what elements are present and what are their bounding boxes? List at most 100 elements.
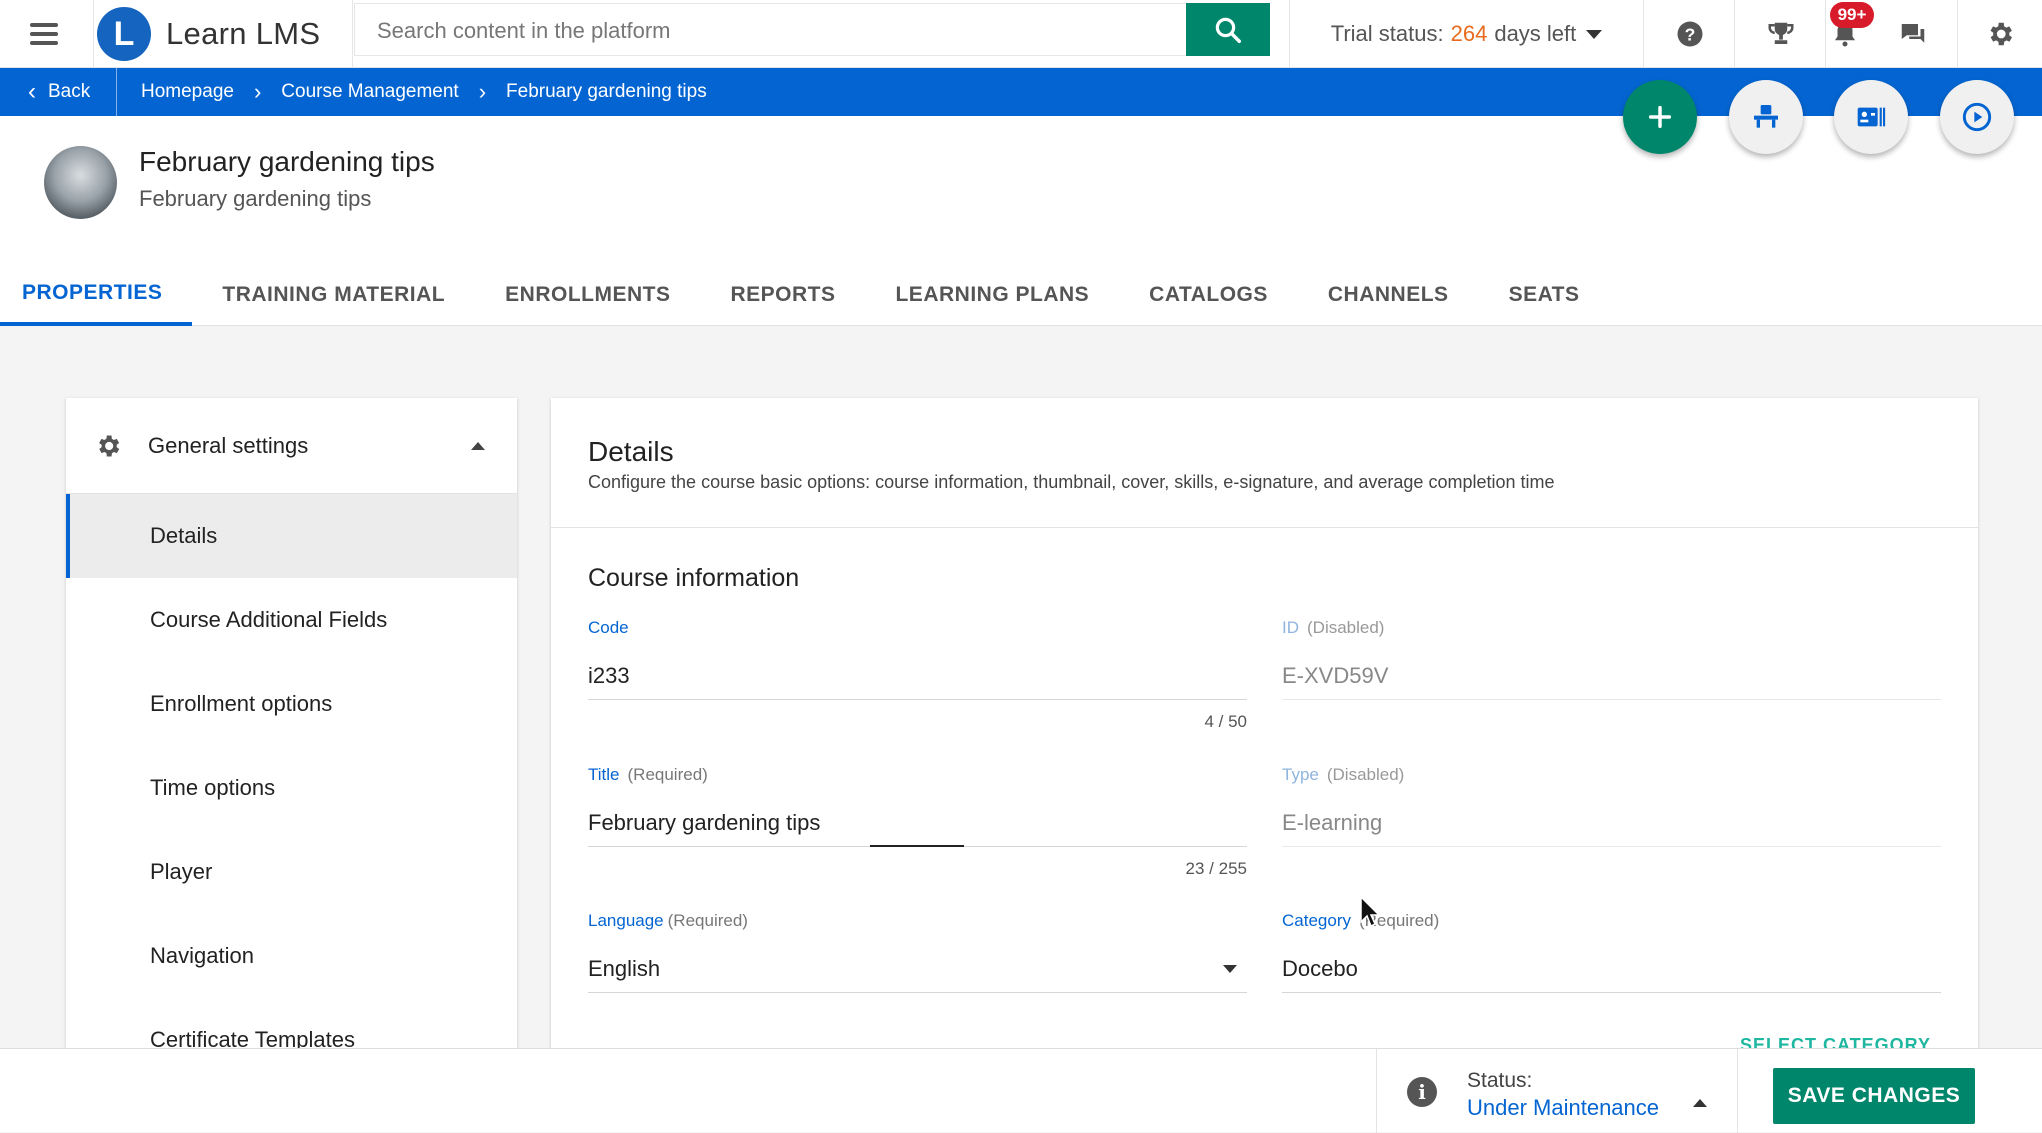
tab-channels[interactable]: CHANNELS [1306, 264, 1479, 326]
language-select[interactable]: English [588, 945, 1247, 993]
messages-button[interactable] [1868, 0, 1958, 68]
sidebar-item-navigation[interactable]: Navigation [66, 914, 517, 998]
info-icon: i [1407, 1077, 1437, 1107]
tab-properties[interactable]: PROPERTIES [0, 264, 193, 326]
language-field: Language (Required) English [588, 911, 1247, 993]
mouse-cursor-icon [1360, 895, 1381, 928]
code-char-counter: 4 / 50 [1204, 712, 1247, 731]
title-field: Title (Required) February gardening tips … [588, 765, 1247, 879]
tab-reports[interactable]: REPORTS [708, 264, 865, 326]
settings-sidebar: General settings Details Course Addition… [66, 398, 517, 1050]
code-field: Code i233 4 / 50 [588, 618, 1247, 732]
language-label: Language [588, 911, 664, 930]
language-required-note: (Required) [667, 911, 748, 930]
course-title: February gardening tips [139, 146, 435, 177]
status-label: Status: [1467, 1069, 1533, 1092]
title-input-value: February gardening tips [588, 809, 821, 835]
back-button[interactable]: ‹ Back [0, 68, 117, 116]
plus-icon [1648, 105, 1672, 129]
classroom-button[interactable] [1729, 80, 1803, 154]
sidebar-item-time-options[interactable]: Time options [66, 746, 517, 830]
badge-card-icon [1857, 107, 1886, 127]
bottom-action-bar: i Status: Under Maintenance SAVE CHANGES [0, 1048, 2042, 1133]
title-input[interactable]: February gardening tips [588, 799, 1247, 847]
id-label: ID [1282, 618, 1299, 637]
chevron-left-icon: ‹ [28, 78, 36, 105]
play-icon [1962, 102, 1992, 132]
menu-icon[interactable] [24, 18, 64, 50]
search-button[interactable] [1186, 3, 1270, 56]
sidebar-item-details[interactable]: Details [66, 494, 517, 578]
id-input: E-XVD59V [1282, 652, 1941, 700]
status-selector[interactable]: i Status: Under Maintenance [1376, 1049, 1738, 1133]
brand-name: Learn LMS [166, 16, 321, 51]
type-disabled-note: (Disabled) [1326, 765, 1405, 784]
sidebar-item-certificate-templates[interactable]: Certificate Templates [66, 998, 517, 1050]
classroom-icon [1754, 105, 1778, 128]
details-header: Details Configure the course basic optio… [551, 398, 1978, 528]
general-settings-toggle[interactable]: General settings [66, 398, 517, 494]
tab-learning-plans[interactable]: LEARNING PLANS [873, 264, 1119, 326]
type-label: Type [1282, 765, 1319, 784]
brand[interactable]: L Learn LMS [93, 0, 353, 68]
help-button[interactable]: ? [1645, 0, 1735, 68]
sidebar-item-enrollment-options[interactable]: Enrollment options [66, 662, 517, 746]
sidebar-item-course-additional-fields[interactable]: Course Additional Fields [66, 578, 517, 662]
category-label: Category [1282, 911, 1351, 930]
tab-training-material[interactable]: TRAINING MATERIAL [200, 264, 475, 326]
brand-logo: L [97, 7, 151, 61]
trial-prefix: Trial status: [1330, 21, 1444, 46]
chat-icon [1901, 24, 1924, 43]
course-information-heading: Course information [588, 564, 800, 592]
id-disabled-note: (Disabled) [1307, 618, 1385, 637]
category-value: Docebo [1282, 945, 1941, 993]
settings-button[interactable] [1958, 0, 2042, 68]
course-thumbnail [44, 146, 117, 219]
sidebar-section-label: General settings [148, 432, 309, 458]
tab-seats[interactable]: SEATS [1487, 264, 1610, 326]
save-changes-button[interactable]: SAVE CHANGES [1773, 1068, 1975, 1124]
code-label: Code [588, 618, 629, 637]
help-icon: ? [1677, 21, 1702, 47]
gear-icon [99, 435, 120, 456]
course-subtitle: February gardening tips [139, 186, 372, 211]
caret-down-icon [1586, 29, 1603, 39]
trophy-icon [1768, 22, 1793, 44]
breadcrumb-item-course-management[interactable]: Course Management [281, 81, 458, 103]
chevron-right-icon: › [253, 79, 262, 104]
chevron-right-icon: › [478, 79, 487, 104]
caret-up-icon [471, 441, 485, 450]
gear-icon [1990, 22, 2012, 46]
details-title: Details [588, 436, 674, 467]
trial-days: 264 [1450, 21, 1488, 46]
details-description: Configure the course basic options: cour… [588, 472, 1555, 492]
caret-up-icon [1693, 1099, 1707, 1107]
add-button[interactable] [1623, 80, 1697, 154]
trial-suffix: days left [1494, 21, 1577, 46]
title-label: Title [588, 765, 620, 784]
tab-enrollments[interactable]: ENROLLMENTS [483, 264, 700, 326]
text-selection-underline [870, 845, 964, 847]
search-input[interactable] [377, 4, 1177, 57]
sidebar-item-player[interactable]: Player [66, 830, 517, 914]
breadcrumb-item-homepage[interactable]: Homepage [141, 81, 234, 103]
type-field: Type (Disabled) E-learning [1282, 765, 1941, 847]
course-header: February gardening tips February gardeni… [0, 116, 2042, 326]
breadcrumb: Homepage › Course Management › February … [141, 68, 707, 116]
code-input[interactable]: i233 [588, 652, 1247, 700]
search-icon [1215, 17, 1241, 43]
status-value: Under Maintenance [1467, 1095, 1660, 1120]
id-field: ID (Disabled) E-XVD59V [1282, 618, 1941, 700]
language-selected-value: English [588, 955, 661, 981]
tab-catalogs[interactable]: CATALOGS [1127, 264, 1298, 326]
badge-card-button[interactable] [1834, 80, 1908, 154]
search-box [354, 3, 1187, 57]
back-label: Back [48, 81, 91, 102]
course-tabs: PROPERTIES TRAINING MATERIAL ENROLLMENTS… [0, 264, 1618, 326]
title-char-counter: 23 / 255 [1185, 859, 1247, 878]
play-button[interactable] [1940, 80, 2014, 154]
type-input: E-learning [1282, 799, 1941, 847]
trial-status-dropdown[interactable]: Trial status: 264 days left [1289, 0, 1644, 68]
top-bar: L Learn LMS Trial status: 264 days left … [0, 0, 2042, 68]
title-required-note: (Required) [627, 765, 708, 784]
